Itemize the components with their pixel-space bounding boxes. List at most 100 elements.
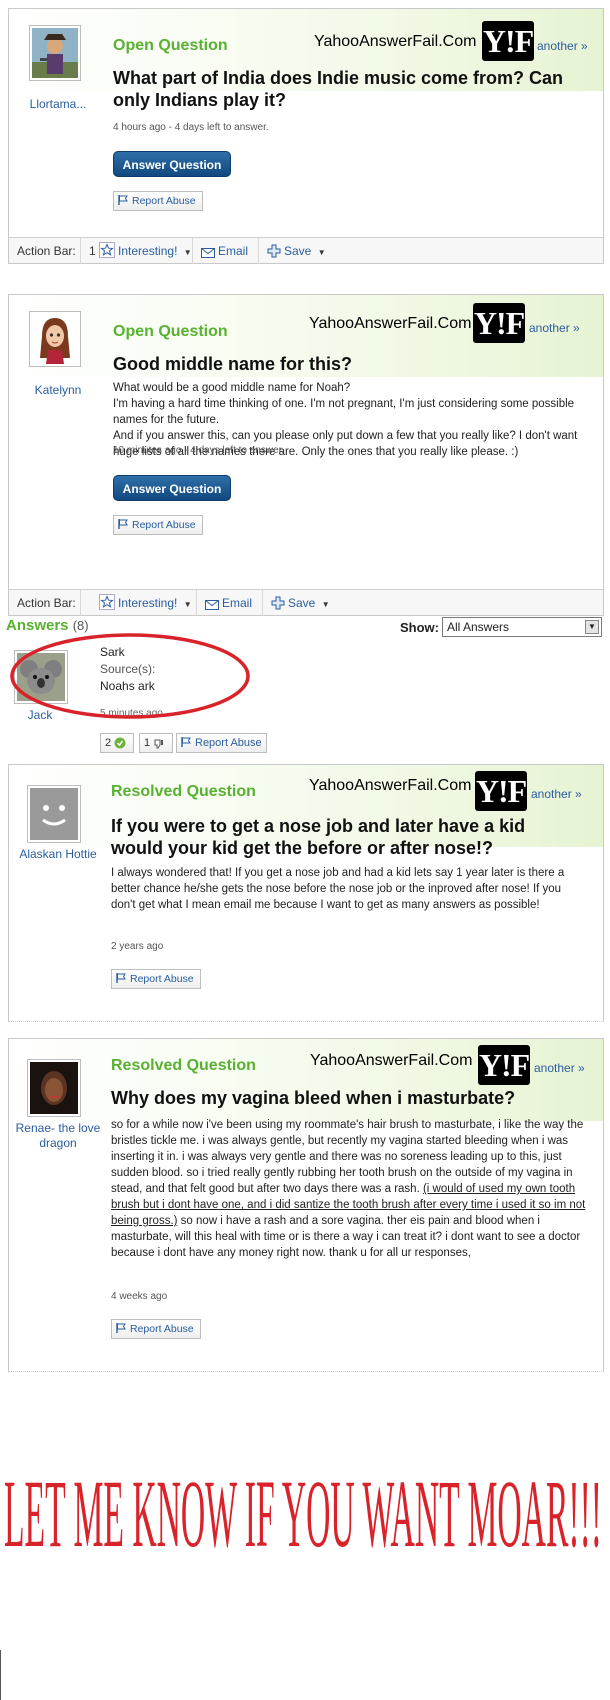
flag-icon bbox=[118, 519, 128, 529]
question-type: Open Question bbox=[113, 323, 228, 340]
question-type: Resolved Question bbox=[111, 1057, 256, 1074]
interesting-label: Interesting! bbox=[118, 596, 178, 610]
action-bar: Action Bar: Interesting! ▼ Email Save ▼ bbox=[9, 589, 603, 616]
avatar[interactable] bbox=[27, 785, 81, 843]
interesting-button[interactable]: Interesting! ▼ bbox=[91, 590, 197, 616]
envelope-icon bbox=[201, 248, 215, 258]
email-label: Email bbox=[222, 596, 253, 610]
question-card-4: Renae- the love dragon Resolved Question… bbox=[8, 1038, 604, 1372]
avatar[interactable] bbox=[29, 311, 81, 367]
answer-question-button[interactable]: Answer Question bbox=[113, 475, 231, 501]
avatar-pirate-image bbox=[32, 28, 78, 78]
question-body-line: What would be a good middle name for Noa… bbox=[113, 382, 351, 394]
plus-icon bbox=[267, 244, 281, 258]
left-edge-line bbox=[0, 1650, 1, 1700]
thumbs-up-button[interactable]: 2 bbox=[100, 733, 135, 753]
question-title: Why does my vagina bleed when i masturba… bbox=[111, 1088, 516, 1108]
show-filter-value: All Answers bbox=[447, 620, 510, 634]
action-bar: Action Bar: 1 Interesting! ▼ Email Save … bbox=[9, 237, 603, 264]
show-filter-label: Show: bbox=[400, 620, 439, 635]
star-icon bbox=[99, 594, 115, 610]
report-abuse-label: Report Abuse bbox=[132, 519, 196, 531]
another-link[interactable]: another » bbox=[531, 787, 582, 801]
question-meta: 2 years ago bbox=[111, 941, 164, 952]
another-link[interactable]: another » bbox=[529, 321, 580, 335]
thumbs-down-count: 1 bbox=[144, 737, 151, 749]
yf-logo: Y!F bbox=[475, 771, 527, 811]
question-body: I always wondered that! If you get a nos… bbox=[111, 867, 565, 911]
chevron-down-icon: ▼ bbox=[317, 248, 326, 257]
save-label: Save bbox=[284, 244, 312, 258]
action-bar-label: Action Bar: bbox=[9, 590, 81, 616]
question-card-1: Llortama... Open Question YahooAnswerFai… bbox=[8, 8, 604, 264]
envelope-icon bbox=[205, 600, 219, 610]
author-name[interactable]: Renae- the love dragon bbox=[13, 1121, 103, 1151]
avatar-girl-image bbox=[32, 314, 78, 364]
report-abuse-button[interactable]: Report Abuse bbox=[111, 1319, 201, 1339]
chevron-down-icon: ▼ bbox=[183, 248, 192, 257]
chevron-down-icon: ▼ bbox=[321, 600, 330, 609]
question-type: Resolved Question bbox=[111, 783, 256, 800]
interesting-label: Interesting! bbox=[118, 244, 178, 258]
thumbs-down-icon bbox=[154, 739, 164, 749]
action-bar-label: Action Bar: bbox=[9, 238, 81, 264]
flag-icon bbox=[118, 195, 128, 205]
footer-banner: LET ME KNOW IF YOU WANT MOAR!!! bbox=[4, 1450, 604, 1562]
show-filter-select[interactable]: All Answers ▼ bbox=[442, 617, 602, 637]
yf-logo: Y!F bbox=[478, 1045, 530, 1085]
report-abuse-button[interactable]: Report Abuse bbox=[111, 969, 201, 989]
email-button[interactable]: Email bbox=[197, 590, 263, 616]
question-title: Good middle name for this? bbox=[113, 354, 353, 374]
save-button[interactable]: Save ▼ bbox=[263, 590, 333, 616]
report-abuse-button[interactable]: Report Abuse bbox=[113, 191, 203, 211]
question-meta: 4 weeks ago bbox=[111, 1291, 168, 1302]
report-abuse-label: Report Abuse bbox=[132, 195, 196, 207]
report-abuse-button[interactable]: Report Abuse bbox=[113, 515, 203, 535]
interesting-count: 1 bbox=[89, 244, 96, 258]
plus-icon bbox=[271, 596, 285, 610]
watermark-site: YahooAnswerFail.Com bbox=[309, 777, 472, 794]
author-name[interactable]: Alaskan Hottie bbox=[13, 847, 103, 862]
question-card-2: Katelynn Open Question YahooAnswerFail.C… bbox=[8, 294, 604, 616]
save-button[interactable]: Save ▼ bbox=[259, 238, 329, 264]
flag-icon bbox=[116, 973, 126, 983]
interesting-button[interactable]: 1 Interesting! ▼ bbox=[81, 238, 193, 264]
watermark-site: YahooAnswerFail.Com bbox=[310, 1052, 473, 1069]
avatar-woman-photo-image bbox=[30, 1062, 78, 1114]
footer-banner-svg: LET ME KNOW IF YOU WANT MOAR!!! bbox=[4, 1460, 602, 1562]
watermark-site: YahooAnswerFail.Com bbox=[314, 33, 477, 50]
report-abuse-label: Report Abuse bbox=[130, 1323, 194, 1335]
red-highlight-ellipse bbox=[10, 633, 250, 719]
chevron-down-icon: ▼ bbox=[183, 600, 192, 609]
answer-question-button[interactable]: Answer Question bbox=[113, 151, 231, 177]
flag-icon bbox=[181, 737, 191, 747]
chevron-down-icon: ▼ bbox=[585, 620, 599, 634]
thumbs-up-icon bbox=[114, 737, 126, 749]
avatar[interactable] bbox=[27, 1059, 81, 1117]
question-card-3: Alaskan Hottie Resolved Question YahooAn… bbox=[8, 764, 604, 1022]
yf-logo: Y!F bbox=[482, 21, 534, 61]
avatar[interactable] bbox=[29, 25, 81, 81]
save-label: Save bbox=[288, 596, 316, 610]
question-body-line: I'm having a hard time thinking of one. … bbox=[113, 398, 575, 426]
question-title: If you were to get a nose job and later … bbox=[111, 816, 526, 858]
another-link[interactable]: another » bbox=[534, 1061, 585, 1075]
report-abuse-label: Report Abuse bbox=[130, 973, 194, 985]
question-body-text-end: so now i have a rash and a sore vagina. … bbox=[111, 1215, 581, 1259]
question-meta: 4 hours ago - 4 days left to answer. bbox=[113, 122, 269, 133]
author-name[interactable]: Katelynn bbox=[13, 383, 103, 398]
answer-report-abuse-button[interactable]: Report Abuse bbox=[176, 733, 267, 753]
report-abuse-label: Report Abuse bbox=[195, 737, 262, 749]
question-title: What part of India does Indie music come… bbox=[113, 68, 564, 110]
avatar-default-smiley-image bbox=[30, 788, 78, 840]
another-link[interactable]: another » bbox=[537, 39, 588, 53]
email-button[interactable]: Email bbox=[193, 238, 259, 264]
yf-logo: Y!F bbox=[473, 303, 525, 343]
question-body: so for a while now i've been using my ro… bbox=[111, 1117, 586, 1261]
flag-icon bbox=[116, 1323, 126, 1333]
author-name[interactable]: Llortama... bbox=[13, 97, 103, 112]
email-label: Email bbox=[218, 244, 249, 258]
watermark-site: YahooAnswerFail.Com bbox=[309, 315, 472, 332]
star-icon bbox=[99, 242, 116, 258]
thumbs-down-button[interactable]: 1 bbox=[139, 733, 174, 753]
